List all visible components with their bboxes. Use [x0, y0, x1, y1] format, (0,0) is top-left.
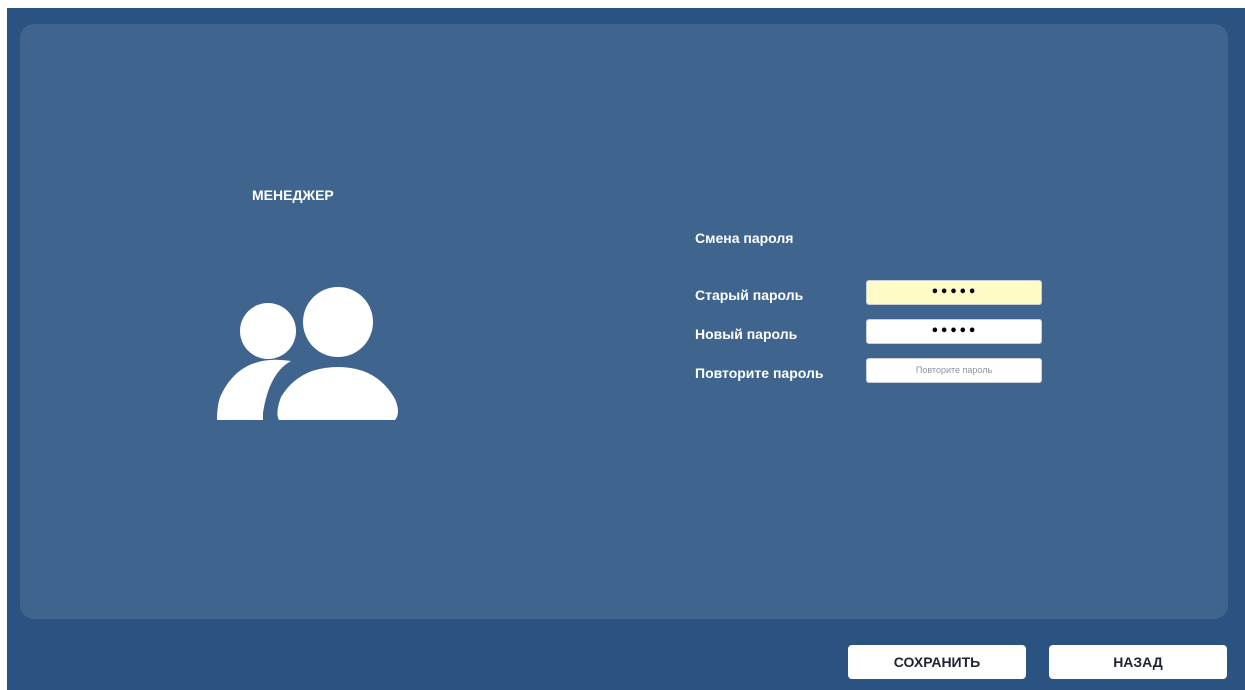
back-button[interactable]: НАЗАД: [1049, 645, 1227, 679]
app-window: МЕНЕДЖЕР Смена пароля Старый пароль Новы…: [7, 8, 1245, 690]
profile-panel: МЕНЕДЖЕР Смена пароля Старый пароль Новы…: [20, 24, 1228, 619]
repeat-password-label: Повторите пароль: [695, 365, 824, 381]
new-password-label: Новый пароль: [695, 326, 798, 342]
save-button[interactable]: СОХРАНИТЬ: [848, 645, 1026, 679]
role-label: МЕНЕДЖЕР: [252, 187, 334, 203]
new-password-field[interactable]: [866, 319, 1042, 344]
old-password-field[interactable]: [866, 280, 1042, 305]
repeat-password-field[interactable]: [866, 358, 1042, 383]
old-password-label: Старый пароль: [695, 287, 804, 303]
change-password-title: Смена пароля: [695, 230, 794, 246]
users-icon: [217, 287, 398, 420]
